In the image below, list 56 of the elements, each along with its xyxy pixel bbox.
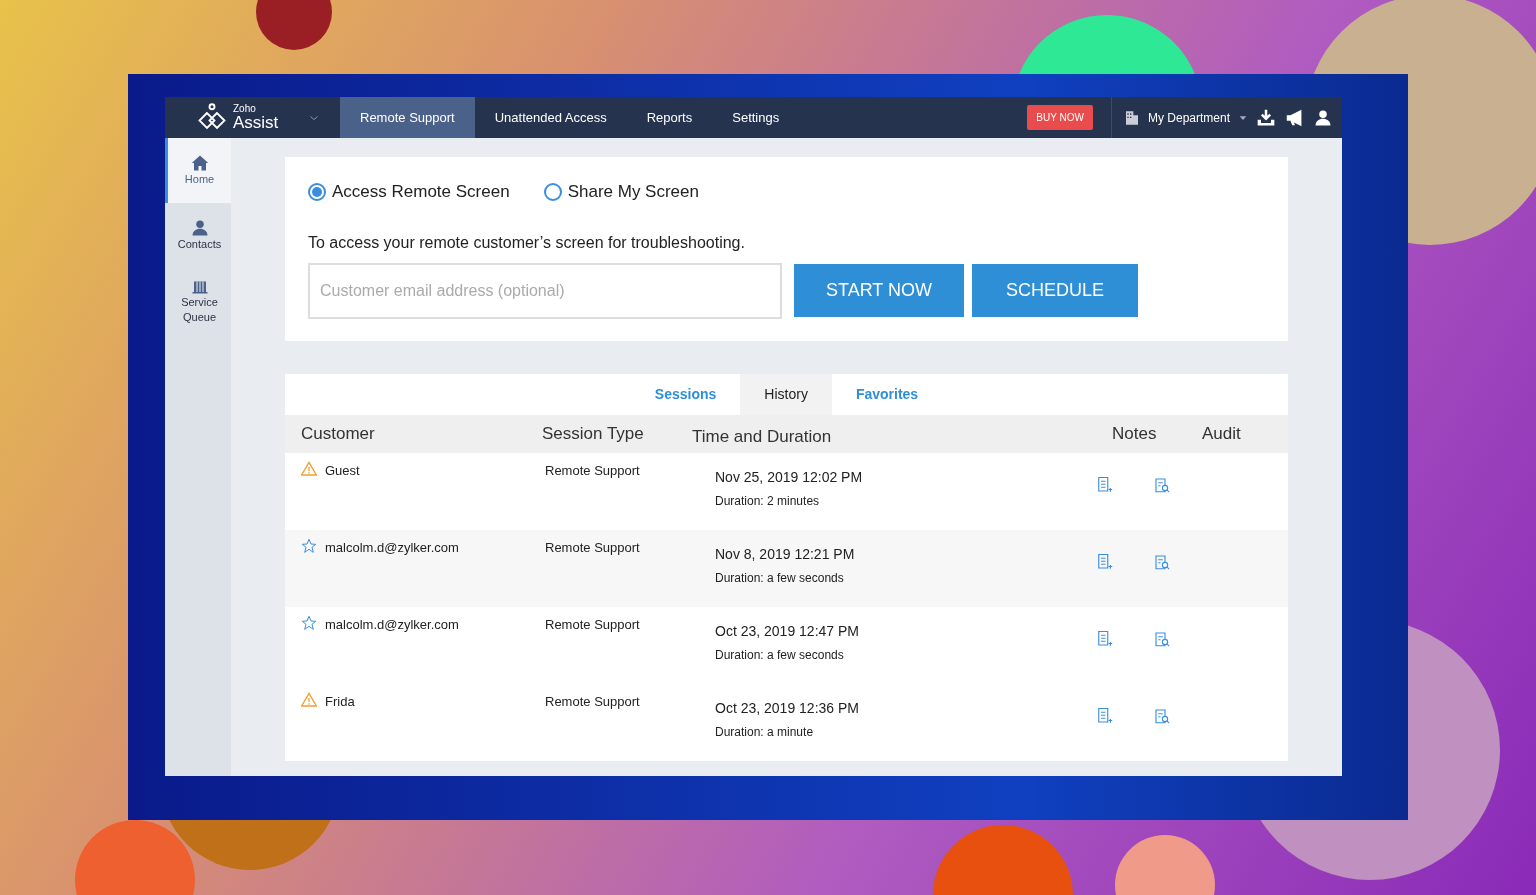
description-text: To access your remote customer’s screen for troubleshooting. bbox=[308, 232, 746, 253]
star-icon bbox=[301, 537, 317, 554]
nav-tab[interactable]: Settings bbox=[712, 97, 800, 138]
session-type: Remote Support bbox=[545, 539, 640, 555]
session-duration: Duration: a few seconds bbox=[715, 646, 845, 664]
person-icon bbox=[190, 219, 209, 238]
radio-button[interactable] bbox=[308, 182, 326, 201]
session-type: Remote Support bbox=[545, 693, 640, 709]
download-icon bbox=[1256, 107, 1276, 128]
session-time: Oct 23, 2019 12:36 PM bbox=[715, 698, 860, 718]
home-icon bbox=[190, 154, 209, 173]
notes-icon bbox=[1095, 476, 1113, 495]
customer-name: malcolm.d@zylker.com bbox=[325, 615, 459, 634]
nav-tab[interactable]: Unattended Access bbox=[474, 97, 627, 138]
session-duration: Duration: a few seconds bbox=[715, 569, 845, 587]
audit-icon bbox=[1153, 476, 1171, 495]
column-header: Session Type bbox=[542, 423, 644, 443]
customer-name: Guest bbox=[325, 461, 360, 480]
notes-icon bbox=[1095, 553, 1113, 572]
session-type: Remote Support bbox=[545, 616, 640, 632]
session-time: Nov 25, 2019 12:02 PM bbox=[715, 467, 864, 487]
department-selector[interactable]: My Department bbox=[1147, 108, 1230, 127]
audit-icon bbox=[1153, 707, 1171, 726]
session-time: Nov 8, 2019 12:21 PM bbox=[715, 544, 856, 564]
buy-now-button[interactable]: BUY NOW bbox=[1027, 105, 1093, 130]
session-type: Remote Support bbox=[545, 462, 640, 478]
user-icon bbox=[1314, 108, 1332, 127]
customer-name: malcolm.d@zylker.com bbox=[325, 538, 459, 557]
audit-icon bbox=[1153, 630, 1171, 649]
email-field[interactable]: Customer email address (optional) bbox=[308, 262, 782, 319]
column-header: Time and Duration bbox=[692, 426, 832, 446]
notes-icon bbox=[1095, 707, 1113, 726]
customer-name: Frida bbox=[325, 692, 355, 711]
building-icon bbox=[1123, 109, 1140, 126]
sidebar-item[interactable]: Service Queue bbox=[165, 268, 231, 333]
star-icon bbox=[301, 614, 317, 631]
notes-icon bbox=[1095, 630, 1113, 649]
column-header: Customer bbox=[301, 422, 375, 445]
warning-icon bbox=[301, 460, 317, 477]
tab[interactable]: History bbox=[740, 373, 832, 415]
column-header: Notes bbox=[1112, 423, 1157, 443]
logo-caption: Zoho bbox=[233, 104, 257, 114]
sidebar-item[interactable]: Contacts bbox=[165, 203, 231, 268]
warning-icon bbox=[301, 691, 317, 708]
column-header: Audit bbox=[1202, 423, 1241, 443]
audit-icon bbox=[1153, 553, 1171, 572]
radio-button[interactable] bbox=[543, 182, 562, 201]
nav-tab[interactable]: Reports bbox=[626, 97, 713, 138]
session-duration: Duration: 2 minutes bbox=[715, 492, 821, 510]
session-duration: Duration: a minute bbox=[715, 723, 815, 741]
nav-tab[interactable]: Remote Support bbox=[340, 97, 475, 138]
session-time: Oct 23, 2019 12:47 PM bbox=[715, 621, 860, 641]
radio-label: Share My Screen bbox=[567, 181, 699, 203]
logo-title: Assist bbox=[233, 114, 279, 131]
sidebar-item[interactable]: Home bbox=[165, 138, 231, 203]
radio-label: Access Remote Screen bbox=[332, 181, 510, 203]
